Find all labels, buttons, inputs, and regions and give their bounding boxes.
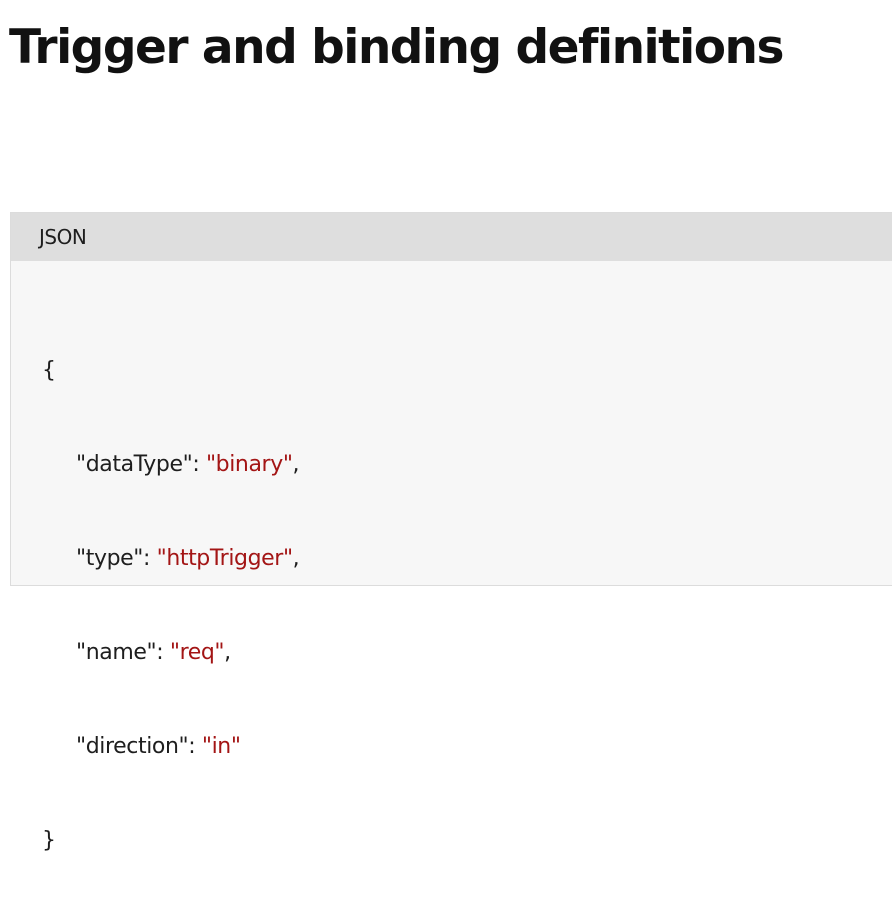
json-comma: , <box>224 640 231 665</box>
json-colon: : <box>192 452 206 477</box>
close-brace: } <box>42 828 56 853</box>
json-value: "binary" <box>205 452 293 477</box>
code-line-direction: "direction": "in" <box>42 725 299 769</box>
json-key: "dataType" <box>76 452 193 477</box>
code-line-name: "name": "req", <box>42 631 299 675</box>
code-line-close: } <box>42 819 299 863</box>
code-line-open: { <box>42 349 299 393</box>
json-key: "name" <box>76 640 157 665</box>
json-comma: , <box>292 452 300 477</box>
json-comma: , <box>292 546 300 571</box>
code-line-datatype: "dataType": "binary", <box>42 443 300 487</box>
json-value: "req" <box>169 640 225 665</box>
code-language-label: JSON <box>39 225 87 249</box>
json-colon: : <box>142 546 157 571</box>
open-brace: { <box>42 358 56 383</box>
json-colon: : <box>188 734 202 759</box>
page-title: Trigger and binding definitions <box>9 20 784 75</box>
code-block-header: JSON <box>11 213 892 261</box>
code-block: JSON { "dataType": "binary", "type": "ht… <box>10 212 892 853</box>
code-line-type: "type": "httpTrigger", <box>42 537 300 581</box>
code-content: { "dataType": "binary", "type": "httpTri… <box>42 299 300 913</box>
json-key: "type" <box>76 546 143 571</box>
json-key: "direction" <box>76 734 189 759</box>
json-value: "httpTrigger" <box>156 546 293 571</box>
json-value: "in" <box>201 734 241 759</box>
json-colon: : <box>156 640 170 665</box>
